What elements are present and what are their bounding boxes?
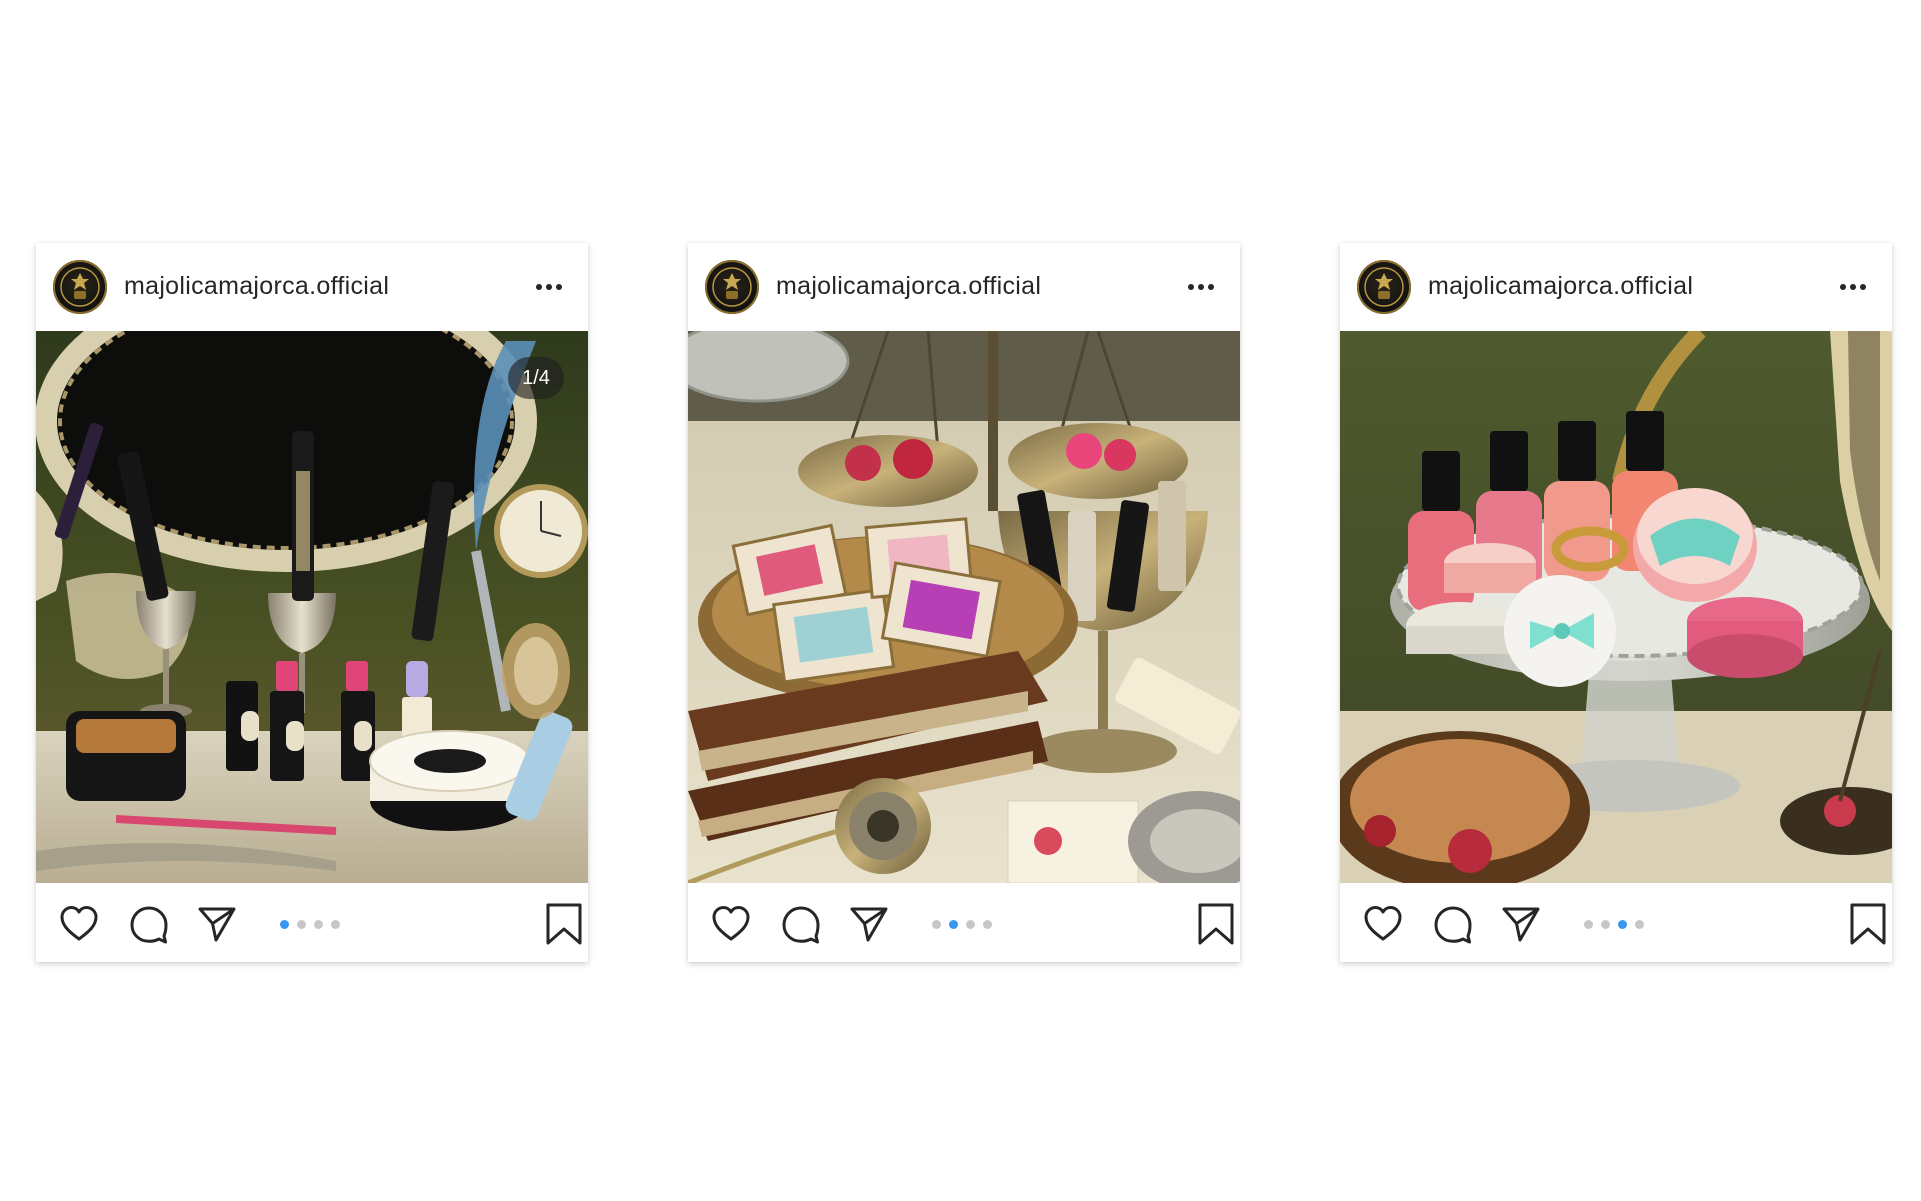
save-button[interactable] <box>1196 902 1236 946</box>
carousel-dot[interactable] <box>1601 920 1610 929</box>
comment-button[interactable] <box>780 903 822 945</box>
post-photo-nail-polish-stand[interactable] <box>1340 331 1892 883</box>
post-photo-eyeshadow-scales[interactable] <box>688 331 1240 883</box>
post-header: majolicamajorca.official <box>688 243 1240 331</box>
post-header: majolicamajorca.official <box>1340 243 1892 331</box>
instagram-post-1: majolicamajorca.official 1/4 <box>36 243 588 962</box>
bookmark-outline-icon <box>1850 903 1886 945</box>
carousel-dot[interactable] <box>1618 920 1627 929</box>
photo-illustration <box>688 331 1240 883</box>
carousel-dot[interactable] <box>949 920 958 929</box>
post-actions-bar <box>1340 883 1892 962</box>
photo-illustration <box>36 331 588 883</box>
heart-outline-icon <box>712 906 750 941</box>
share-button[interactable] <box>848 903 890 945</box>
profile-avatar[interactable] <box>705 260 759 314</box>
post-actions-bar <box>688 883 1240 962</box>
carousel-dot[interactable] <box>280 920 289 929</box>
paper-plane-icon <box>850 907 888 942</box>
carousel-dot[interactable] <box>331 920 340 929</box>
crest-logo-icon <box>60 267 100 307</box>
more-horizontal-icon <box>1188 284 1214 290</box>
paper-plane-icon <box>198 907 236 942</box>
heart-outline-icon <box>1364 906 1402 941</box>
like-button[interactable] <box>1362 903 1404 945</box>
heart-outline-icon <box>60 906 98 941</box>
save-button[interactable] <box>1848 902 1888 946</box>
carousel-dot[interactable] <box>297 920 306 929</box>
carousel-dot[interactable] <box>966 920 975 929</box>
comment-button[interactable] <box>1432 903 1474 945</box>
post-photo-makeup-vanity[interactable]: 1/4 <box>36 331 588 883</box>
post-username[interactable]: majolicamajorca.official <box>1428 272 1693 301</box>
paper-plane-icon <box>1502 907 1540 942</box>
more-options-button[interactable] <box>532 273 566 301</box>
more-horizontal-icon <box>536 284 562 290</box>
like-button[interactable] <box>58 903 100 945</box>
carousel-counter: 1/4 <box>508 357 564 399</box>
carousel-dot[interactable] <box>983 920 992 929</box>
instagram-post-mockups: majolicamajorca.official 1/4 majolicamaj… <box>0 0 1921 1201</box>
share-button[interactable] <box>196 903 238 945</box>
post-header: majolicamajorca.official <box>36 243 588 331</box>
profile-avatar[interactable] <box>53 260 107 314</box>
like-button[interactable] <box>710 903 752 945</box>
comment-button[interactable] <box>128 903 170 945</box>
photo-illustration <box>1340 331 1892 883</box>
instagram-post-2: majolicamajorca.official <box>688 243 1240 962</box>
carousel-dot[interactable] <box>932 920 941 929</box>
bookmark-outline-icon <box>546 903 582 945</box>
crest-logo-icon <box>712 267 752 307</box>
share-button[interactable] <box>1500 903 1542 945</box>
carousel-dot[interactable] <box>1584 920 1593 929</box>
profile-avatar[interactable] <box>1357 260 1411 314</box>
post-actions-bar <box>36 883 588 962</box>
speech-bubble-icon <box>782 906 820 944</box>
save-button[interactable] <box>544 902 584 946</box>
more-options-button[interactable] <box>1836 273 1870 301</box>
carousel-dot[interactable] <box>314 920 323 929</box>
post-username[interactable]: majolicamajorca.official <box>776 272 1041 301</box>
more-horizontal-icon <box>1840 284 1866 290</box>
more-options-button[interactable] <box>1184 273 1218 301</box>
bookmark-outline-icon <box>1198 903 1234 945</box>
post-username[interactable]: majolicamajorca.official <box>124 272 389 301</box>
instagram-post-3: majolicamajorca.official <box>1340 243 1892 962</box>
speech-bubble-icon <box>130 906 168 944</box>
crest-logo-icon <box>1364 267 1404 307</box>
carousel-dot[interactable] <box>1635 920 1644 929</box>
speech-bubble-icon <box>1434 906 1472 944</box>
